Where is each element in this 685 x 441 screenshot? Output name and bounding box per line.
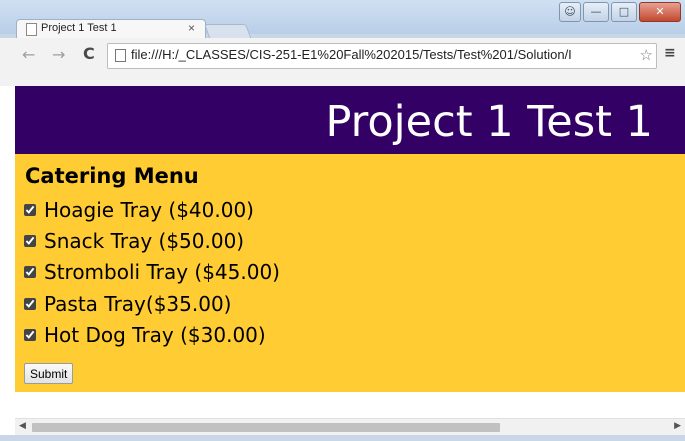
address-bar[interactable]: file:///H:/_CLASSES/CIS-251-E1%20Fall%20… (107, 43, 657, 69)
star-icon[interactable]: ☆ (640, 46, 653, 64)
pasta-checkbox[interactable] (24, 298, 36, 310)
item-label: Hoagie Tray ($40.00) (44, 198, 254, 222)
hamburger-menu-icon[interactable]: ≡ (664, 45, 676, 61)
item-label: Pasta Tray($35.00) (44, 292, 232, 316)
window-bottom-frame (0, 435, 685, 441)
title-bar: Project 1 Test 1 × ☺ — □ ✕ (0, 0, 685, 40)
item-label: Stromboli Tray ($45.00) (44, 260, 280, 284)
tab-title: Project 1 Test 1 (41, 22, 117, 34)
tab-close-icon[interactable]: × (188, 21, 195, 35)
close-window-button[interactable]: ✕ (639, 2, 681, 22)
menu-item-pasta[interactable]: Pasta Tray($35.00) (24, 290, 231, 318)
menu-item-stromboli[interactable]: Stromboli Tray ($45.00) (24, 258, 280, 286)
back-arrow-icon[interactable]: ← (22, 45, 35, 64)
window-controls: ☺ — □ ✕ (559, 2, 681, 22)
page-content: Project 1 Test 1 Catering Menu Hoagie Tr… (15, 86, 685, 426)
browser-toolbar: ← → C file:///H:/_CLASSES/CIS-251-E1%20F… (0, 38, 685, 87)
catering-menu-form: Catering Menu Hoagie Tray ($40.00) Snack… (15, 154, 685, 392)
maximize-button[interactable]: □ (611, 2, 637, 22)
scroll-right-icon[interactable]: ▶ (674, 421, 681, 431)
menu-item-hot-dog[interactable]: Hot Dog Tray ($30.00) (24, 321, 266, 349)
url-text[interactable]: file:///H:/_CLASSES/CIS-251-E1%20Fall%20… (131, 47, 631, 62)
page-header: Project 1 Test 1 (15, 86, 685, 154)
stromboli-checkbox[interactable] (24, 266, 36, 278)
item-label: Hot Dog Tray ($30.00) (44, 323, 266, 347)
page-title: Project 1 Test 1 (325, 97, 653, 147)
user-icon[interactable]: ☺ (559, 2, 581, 22)
menu-heading: Catering Menu (25, 164, 199, 188)
horizontal-scrollbar[interactable]: ◀ ▶ (15, 418, 685, 436)
reload-icon[interactable]: C (83, 44, 95, 63)
menu-item-hoagie[interactable]: Hoagie Tray ($40.00) (24, 196, 254, 224)
file-icon (115, 49, 126, 62)
forward-arrow-icon[interactable]: → (52, 45, 65, 64)
browser-window: Project 1 Test 1 × ☺ — □ ✕ ← → C file://… (0, 0, 685, 441)
page-icon (26, 23, 37, 36)
snack-checkbox[interactable] (24, 235, 36, 247)
scrollbar-thumb[interactable] (32, 423, 500, 432)
tab-project-1-test-1[interactable]: Project 1 Test 1 × (16, 19, 206, 39)
minimize-button[interactable]: — (583, 2, 609, 22)
item-label: Snack Tray ($50.00) (44, 229, 245, 253)
hot-dog-checkbox[interactable] (24, 329, 36, 341)
menu-item-snack[interactable]: Snack Tray ($50.00) (24, 227, 244, 255)
hoagie-checkbox[interactable] (24, 204, 36, 216)
scroll-left-icon[interactable]: ◀ (19, 421, 26, 431)
submit-button[interactable]: Submit (24, 363, 74, 384)
left-margin (0, 86, 16, 435)
